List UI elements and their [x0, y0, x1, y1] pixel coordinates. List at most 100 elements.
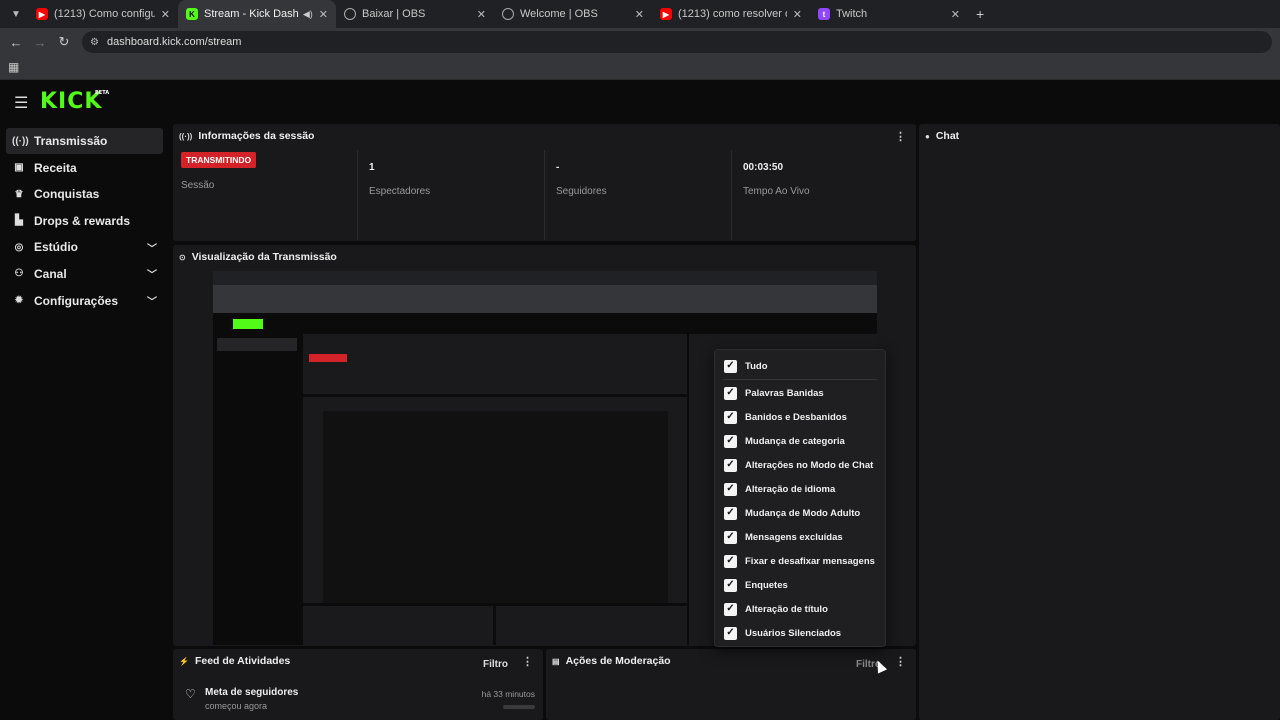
sidebar-item-conquistas[interactable]: ♛ Conquistas [6, 181, 163, 207]
panel-title: Visualização da Transmissão [191, 251, 337, 263]
tab-obs-download[interactable]: Baixar | OBS ✕ [336, 0, 494, 28]
preview-feed [303, 606, 493, 645]
sidebar-item-canal[interactable]: ⚇ Canal ﹀ [6, 261, 163, 287]
checkbox-checked-icon[interactable]: ✓ [724, 386, 737, 400]
filter-option[interactable]: ✓ Fixar e desafixar mensagens [724, 553, 875, 569]
panel-title: Informações da sessão [198, 130, 315, 142]
moderation-actions-panel: ▤ Ações de Moderação Filtro ⋮ [546, 649, 916, 720]
new-tab-icon[interactable]: + [968, 6, 984, 22]
site-info-icon[interactable]: ⚙ [90, 37, 99, 48]
chevron-down-icon[interactable]: ﹀ [147, 266, 157, 281]
kick-logo[interactable]: KICK BETA [40, 89, 109, 114]
filter-option[interactable]: ✓ Usuários Silenciados [724, 625, 841, 641]
filter-option-label: Mudança de Modo Adulto [745, 507, 861, 519]
forward-arrow-icon[interactable]: → [28, 35, 52, 50]
sidebar-item-drops[interactable]: ▙ Drops & rewards [6, 208, 163, 234]
more-options-icon[interactable]: ⋮ [895, 655, 906, 668]
tab-title: Stream - Kick Dashboard [204, 8, 299, 20]
broadcast-icon: ((·)) [179, 131, 193, 141]
checkbox-checked-icon[interactable]: ✓ [724, 410, 737, 424]
preview-badge [309, 354, 347, 362]
close-icon[interactable]: ✕ [477, 8, 486, 21]
feed-item-subtitle: começou agora [205, 701, 268, 711]
filter-option[interactable]: ✓ Palavras Banidas [724, 385, 824, 401]
sidebar-item-label: Transmissão [34, 134, 108, 148]
close-icon[interactable]: ✕ [951, 8, 960, 21]
checkbox-checked-icon[interactable]: ✓ [724, 626, 737, 640]
beta-badge: BETA [95, 90, 110, 96]
checkbox-checked-icon[interactable]: ✓ [724, 602, 737, 616]
close-icon[interactable]: ✕ [319, 8, 328, 21]
close-icon[interactable]: ✕ [635, 8, 644, 21]
broadcast-icon: ((·)) [12, 135, 29, 147]
moderation-icon: ▤ [552, 656, 560, 666]
filter-option[interactable]: ✓ Enquetes [724, 577, 788, 593]
filter-option-label: Tudo [745, 360, 768, 372]
reload-icon[interactable]: ↻ [52, 34, 76, 50]
heart-icon: ♡ [185, 687, 196, 701]
filter-option-all[interactable]: ✓ Tudo [724, 358, 768, 374]
tab-youtube-obs[interactable]: ▶ (1213) Como configurar OBS pa ✕ [28, 0, 178, 28]
sidebar-item-receita[interactable]: ▣ Receita [6, 155, 163, 181]
url-input[interactable]: ⚙ dashboard.kick.com/stream [82, 31, 1272, 53]
sidebar-item-estudio[interactable]: ◎ Estúdio ﹀ [6, 234, 163, 260]
checkbox-checked-icon[interactable]: ✓ [724, 482, 737, 496]
chevron-down-icon[interactable]: ﹀ [147, 240, 157, 255]
speaker-icon[interactable]: ◀) [303, 9, 313, 20]
stat-label: Espectadores [369, 186, 431, 197]
sidebar-item-label: Receita [34, 160, 77, 175]
gear-icon: ✹ [14, 295, 24, 307]
sidebar-item-label: Drops & rewards [34, 213, 131, 228]
panel-header: ((·)) Informações da sessão [179, 130, 314, 142]
filter-option[interactable]: ✓ Mensagens excluídas [724, 529, 843, 545]
sidebar-item-label: Conquistas [34, 187, 100, 202]
preview-tabbar [213, 271, 877, 285]
filter-option[interactable]: ✓ Mudança de categoria [724, 433, 845, 449]
filter-option[interactable]: ✓ Alteração de título [724, 601, 828, 617]
tab-twitch[interactable]: t Twitch ✕ [810, 0, 968, 28]
sidebar-item-configuracoes[interactable]: ✹ Configurações ﹀ [6, 288, 163, 314]
filter-option-label: Alteração de título [745, 603, 828, 615]
tab-obs-welcome[interactable]: Welcome | OBS ✕ [494, 0, 652, 28]
sidebar-item-label: Canal [34, 266, 67, 281]
tab-youtube-problem[interactable]: ▶ (1213) como resolver o problem ✕ [652, 0, 810, 28]
address-bar-row: ← → ↻ ⚙ dashboard.kick.com/stream [0, 28, 1280, 56]
sidebar: ((·)) Transmissão ▣ Receita ♛ Conquistas… [6, 128, 163, 314]
more-options-icon[interactable]: ⋮ [895, 130, 906, 143]
tab-title: (1213) Como configurar OBS pa [54, 8, 155, 20]
filter-option-label: Enquetes [745, 579, 788, 591]
sidebar-item-label: Configurações [34, 293, 119, 308]
back-arrow-icon[interactable]: ← [4, 35, 28, 50]
more-options-icon[interactable]: ⋮ [522, 655, 533, 668]
filter-option-label: Usuários Silenciados [745, 627, 842, 639]
stat-label: Seguidores [556, 186, 607, 197]
checkbox-checked-icon[interactable]: ✓ [724, 578, 737, 592]
filter-option[interactable]: ✓ Alterações no Modo de Chat [724, 457, 873, 473]
tab-list-chevron-icon[interactable]: ▼ [4, 4, 28, 24]
checkbox-checked-icon[interactable]: ✓ [724, 434, 737, 448]
filter-option[interactable]: ✓ Banidos e Desbanidos [724, 409, 847, 425]
checkbox-checked-icon[interactable]: ✓ [724, 506, 737, 520]
filter-option[interactable]: ✓ Alteração de idioma [724, 481, 835, 497]
filter-option-label: Alterações no Modo de Chat [745, 459, 874, 471]
menu-hamburger-icon[interactable]: ☰ [14, 93, 28, 113]
stat-label: Tempo Ao Vivo [743, 186, 810, 197]
checkbox-checked-icon[interactable]: ✓ [724, 554, 737, 568]
filter-option[interactable]: ✓ Mudança de Modo Adulto [724, 505, 860, 521]
checkbox-checked-icon[interactable]: ✓ [724, 530, 737, 544]
drops-icon: ▙ [15, 215, 23, 227]
tab-title: Twitch [836, 8, 868, 20]
tab-kick-dashboard[interactable]: K Stream - Kick Dashboard ◀) ✕ [178, 0, 336, 28]
sidebar-item-transmissao[interactable]: ((·)) Transmissão [6, 128, 163, 154]
checkbox-checked-icon[interactable]: ✓ [724, 359, 737, 373]
close-icon[interactable]: ✕ [793, 8, 802, 21]
chevron-down-icon[interactable]: ﹀ [147, 293, 157, 308]
chat-panel: ● Chat [919, 124, 1280, 720]
apps-grid-icon[interactable]: ▦ [8, 60, 19, 74]
feed-item-action-bar[interactable] [503, 705, 535, 709]
feed-filter-button[interactable]: Filtro [483, 659, 508, 670]
panel-header: ● Chat [925, 130, 959, 142]
revenue-icon: ▣ [14, 162, 24, 174]
close-icon[interactable]: ✕ [161, 8, 170, 21]
checkbox-checked-icon[interactable]: ✓ [724, 458, 737, 472]
